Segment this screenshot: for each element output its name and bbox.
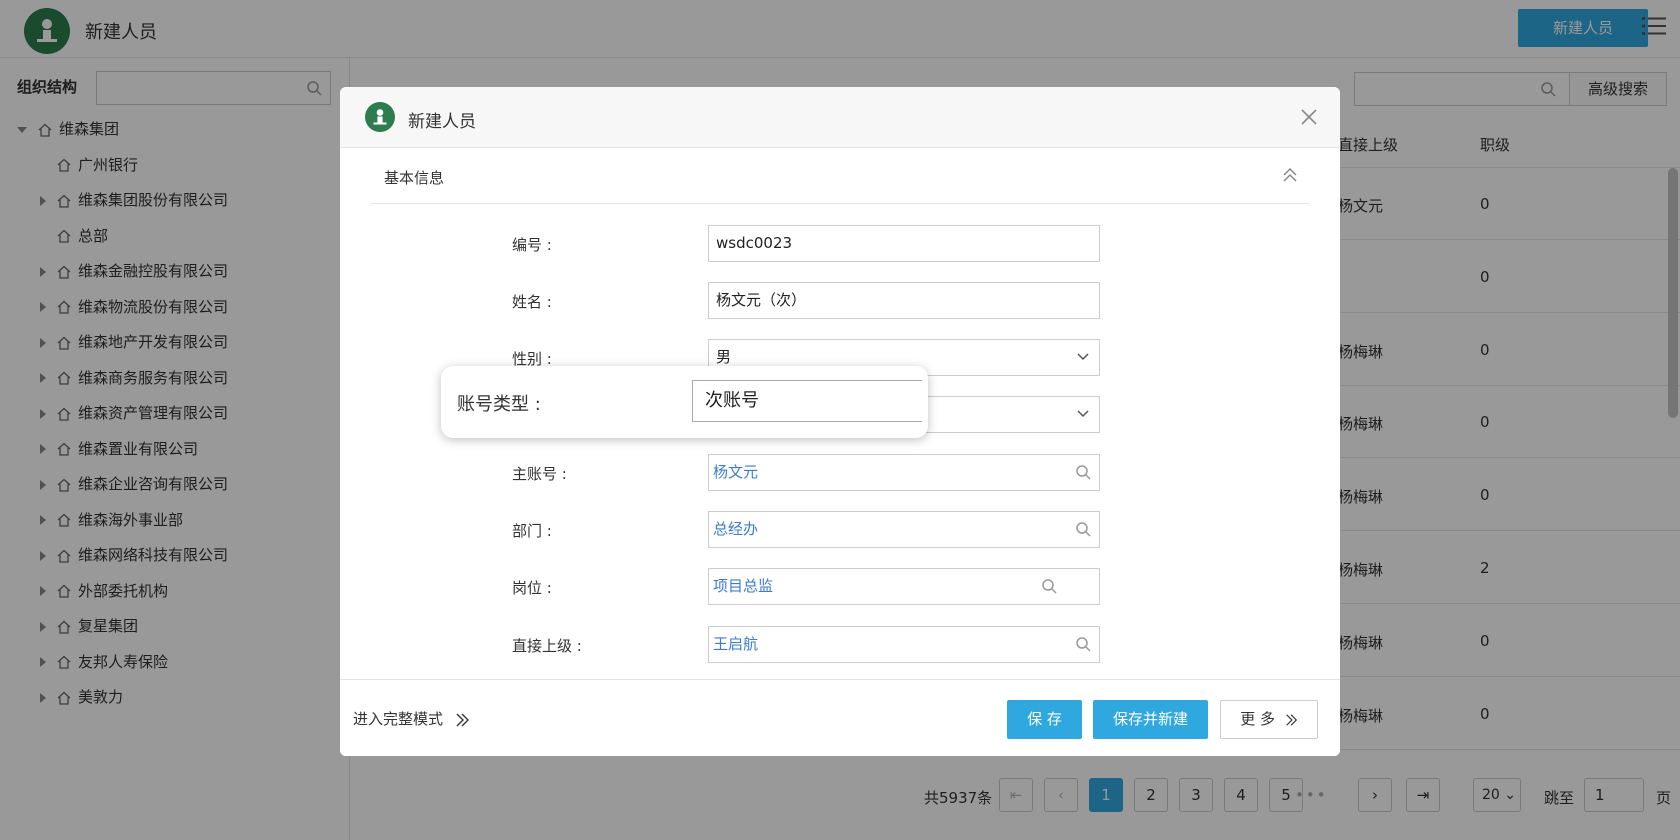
chevron-down-icon — [1077, 410, 1089, 418]
gender-value: 男 — [716, 348, 732, 366]
collapse-up-icon[interactable] — [1280, 165, 1300, 185]
dialog-title: 新建人员 — [408, 112, 476, 132]
position-value: 项目总监 — [713, 577, 774, 595]
section-divider — [371, 203, 1309, 204]
main-account-label: 主账号 : — [512, 465, 567, 483]
more-label: 更 多 — [1240, 710, 1275, 728]
position-lookup[interactable]: 项目总监 — [708, 568, 1100, 605]
name-input[interactable]: 杨文元（次） — [708, 282, 1100, 319]
superior-value: 王启航 — [713, 635, 759, 653]
search-icon[interactable] — [1075, 521, 1091, 537]
account-type-label: 账号类型 : — [457, 394, 541, 415]
double-chevron-right-icon — [456, 713, 469, 726]
chevron-down-icon — [1077, 353, 1089, 361]
superior-lookup[interactable]: 王启航 — [708, 626, 1100, 663]
section-title-basic-info: 基本信息 — [384, 169, 445, 187]
dialog-footer: 进入完整模式 保 存 保存并新建 更 多 — [340, 679, 1340, 756]
more-button[interactable]: 更 多 — [1220, 700, 1318, 739]
department-value: 总经办 — [713, 520, 759, 538]
full-mode-label: 进入完整模式 — [353, 710, 444, 728]
superior-label: 直接上级 : — [512, 637, 582, 655]
code-input[interactable]: wsdc0023 — [708, 225, 1100, 262]
department-lookup[interactable]: 总经办 — [708, 511, 1100, 548]
dialog-logo — [365, 102, 395, 132]
double-chevron-right-icon — [1285, 713, 1297, 726]
account-type-popup: 账号类型 : 次账号 — [441, 366, 928, 438]
main-account-lookup[interactable]: 杨文元 — [708, 454, 1100, 491]
code-label: 编号 : — [512, 236, 552, 254]
position-label: 岗位 : — [512, 579, 552, 597]
search-icon[interactable] — [1075, 464, 1091, 480]
save-button[interactable]: 保 存 — [1007, 700, 1082, 739]
department-label: 部门 : — [512, 522, 552, 540]
close-icon[interactable] — [1298, 106, 1320, 128]
search-icon[interactable] — [1041, 578, 1057, 594]
dialog-header: 新建人员 — [340, 87, 1340, 148]
main-account-value: 杨文元 — [713, 463, 759, 481]
name-label: 姓名 : — [512, 293, 552, 311]
full-mode-link[interactable]: 进入完整模式 — [353, 708, 470, 729]
account-type-value[interactable]: 次账号 — [692, 380, 922, 422]
save-and-new-button[interactable]: 保存并新建 — [1093, 700, 1208, 739]
search-icon[interactable] — [1075, 636, 1091, 652]
